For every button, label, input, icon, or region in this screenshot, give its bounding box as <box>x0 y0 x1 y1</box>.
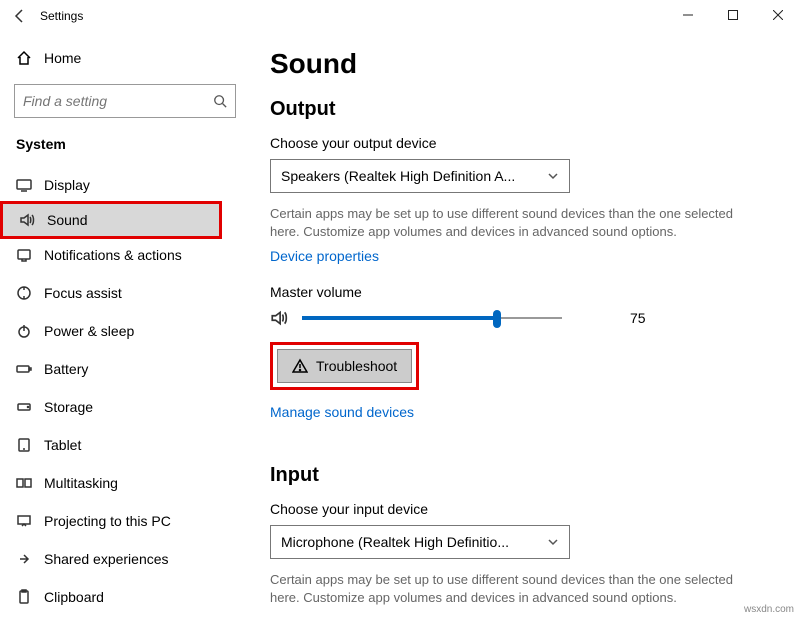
sidebar-item-label: Multitasking <box>44 475 118 491</box>
search-icon <box>213 94 227 108</box>
tablet-icon <box>16 437 44 453</box>
speaker-icon <box>270 309 294 327</box>
home-button[interactable]: Home <box>0 42 250 74</box>
content: Sound Output Choose your output device S… <box>250 32 800 617</box>
output-device-dropdown[interactable]: Speakers (Realtek High Definition A... <box>270 159 570 193</box>
minimize-button[interactable] <box>665 0 710 30</box>
multitasking-icon <box>16 475 44 491</box>
input-device-value: Microphone (Realtek High Definitio... <box>281 534 547 550</box>
sidebar-item-focus[interactable]: Focus assist <box>0 274 250 312</box>
output-heading: Output <box>270 98 770 121</box>
sidebar-item-tablet[interactable]: Tablet <box>0 426 250 464</box>
sidebar-item-display[interactable]: Display <box>0 166 250 204</box>
sidebar-item-multitasking[interactable]: Multitasking <box>0 464 250 502</box>
sidebar-item-label: Tablet <box>44 437 81 453</box>
sidebar-item-label: Power & sleep <box>44 323 134 339</box>
home-icon <box>16 50 44 66</box>
battery-icon <box>16 361 44 377</box>
sidebar-item-label: Display <box>44 177 90 193</box>
home-label: Home <box>44 50 81 66</box>
sidebar-item-label: Clipboard <box>44 589 104 605</box>
sidebar: Home System Display Sound Notifications … <box>0 32 250 617</box>
input-device-dropdown[interactable]: Microphone (Realtek High Definitio... <box>270 525 570 559</box>
master-volume-value: 75 <box>630 310 646 326</box>
sidebar-item-clipboard[interactable]: Clipboard <box>0 578 250 616</box>
sidebar-item-label: Notifications & actions <box>44 247 182 263</box>
troubleshoot-button[interactable]: Troubleshoot <box>277 349 412 383</box>
back-button[interactable] <box>0 8 40 24</box>
output-device-properties-link[interactable]: Device properties <box>270 248 379 264</box>
master-volume-slider[interactable] <box>302 308 562 328</box>
shared-icon <box>16 551 44 567</box>
sidebar-item-label: Projecting to this PC <box>44 513 171 529</box>
focus-icon <box>16 285 44 301</box>
close-button[interactable] <box>755 0 800 30</box>
titlebar: Settings <box>0 0 800 32</box>
sound-icon <box>19 212 47 228</box>
output-helptext: Certain apps may be set up to use differ… <box>270 205 740 240</box>
chevron-down-icon <box>547 536 559 548</box>
input-helptext: Certain apps may be set up to use differ… <box>270 571 740 606</box>
sidebar-item-notifications[interactable]: Notifications & actions <box>0 236 250 274</box>
sidebar-item-label: Sound <box>47 212 87 228</box>
storage-icon <box>16 399 44 415</box>
sidebar-item-shared[interactable]: Shared experiences <box>0 540 250 578</box>
sidebar-item-storage[interactable]: Storage <box>0 388 250 426</box>
input-heading: Input <box>270 464 770 487</box>
notifications-icon <box>16 247 44 263</box>
sidebar-item-label: Focus assist <box>44 285 122 301</box>
power-icon <box>16 323 44 339</box>
manage-sound-devices-link[interactable]: Manage sound devices <box>270 404 414 420</box>
output-device-label: Choose your output device <box>270 135 770 151</box>
search-field[interactable] <box>23 93 213 109</box>
input-device-label: Choose your input device <box>270 501 770 517</box>
category-heading: System <box>0 132 250 166</box>
display-icon <box>16 177 44 193</box>
window-title: Settings <box>40 9 83 23</box>
output-device-value: Speakers (Realtek High Definition A... <box>281 168 547 184</box>
clipboard-icon <box>16 589 44 605</box>
sidebar-item-power[interactable]: Power & sleep <box>0 312 250 350</box>
sidebar-item-label: Storage <box>44 399 93 415</box>
search-input[interactable] <box>14 84 236 118</box>
sidebar-item-sound[interactable]: Sound <box>0 201 222 239</box>
sidebar-item-battery[interactable]: Battery <box>0 350 250 388</box>
sidebar-item-label: Shared experiences <box>44 551 169 567</box>
projecting-icon <box>16 513 44 529</box>
maximize-button[interactable] <box>710 0 755 30</box>
watermark: wsxdn.com <box>744 604 794 615</box>
page-title: Sound <box>270 48 770 80</box>
sidebar-item-projecting[interactable]: Projecting to this PC <box>0 502 250 540</box>
master-volume-label: Master volume <box>270 284 770 300</box>
chevron-down-icon <box>547 170 559 182</box>
troubleshoot-label: Troubleshoot <box>316 358 397 374</box>
warning-icon <box>292 358 308 374</box>
sidebar-item-label: Battery <box>44 361 88 377</box>
